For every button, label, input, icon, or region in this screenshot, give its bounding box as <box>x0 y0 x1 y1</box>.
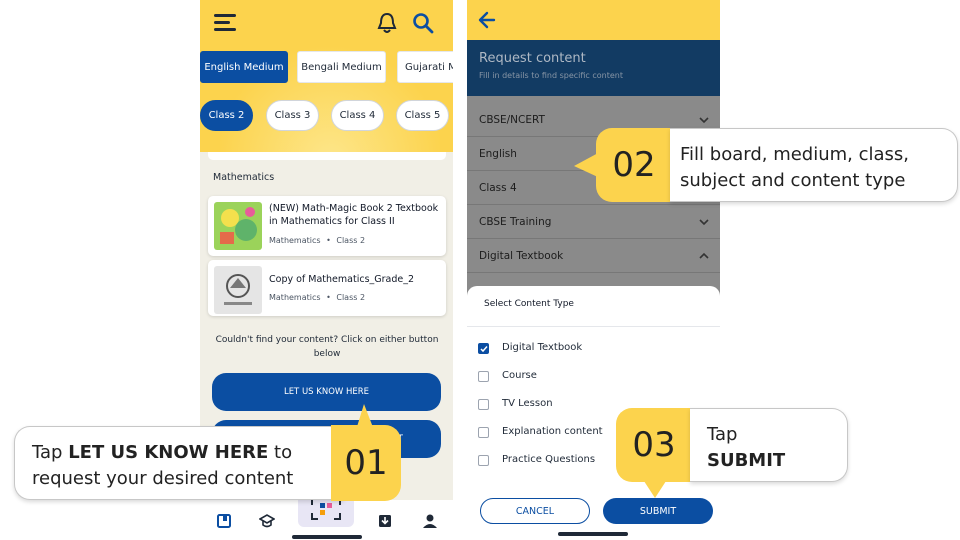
checkbox[interactable] <box>478 455 489 466</box>
checkbox[interactable] <box>478 371 489 382</box>
callout-03-text: Tap SUBMIT <box>707 422 785 474</box>
card-title: Copy of Mathematics_Grade_2 <box>269 274 415 285</box>
callout-02-line2: subject and content type <box>680 170 906 191</box>
library-header: English Medium Bengali Medium Gujarati M… <box>200 0 453 152</box>
sheet-divider <box>467 326 720 327</box>
callout-01-text: Tap LET US KNOW HERE to request your des… <box>32 440 293 492</box>
medium-chip-gujarati[interactable]: Gujarati M <box>397 51 453 83</box>
class-value: Class 4 <box>479 182 517 194</box>
request-title: Request content <box>479 51 586 66</box>
card-meta: Mathematics • Class 2 <box>269 236 365 245</box>
callout-03-number: 03 <box>616 408 692 482</box>
sheet-title: Select Content Type <box>484 299 574 309</box>
callout-03-bubble: Tap SUBMIT <box>690 408 848 482</box>
callout-02-text: Fill board, medium, class, subject and c… <box>680 142 909 194</box>
class-chip-2[interactable]: Class 2 <box>200 100 253 131</box>
checkmark-icon <box>480 346 488 353</box>
content-type-select[interactable]: Digital Textbook <box>467 239 720 273</box>
option-practice-questions[interactable]: Practice Questions <box>478 454 618 470</box>
meta-dot: • <box>326 236 331 245</box>
home-indicator <box>558 532 628 536</box>
callout-01-bold: LET US KNOW HERE <box>68 442 269 463</box>
callout-03-pointer <box>642 478 668 498</box>
meta-dot: • <box>326 293 331 302</box>
scert-logo-image <box>214 266 262 314</box>
back-arrow-icon[interactable] <box>477 10 497 30</box>
option-course[interactable]: Course <box>478 370 618 386</box>
previous-card-edge <box>208 152 446 160</box>
card-subject: Mathematics <box>269 236 321 245</box>
callout-02-number: 02 <box>596 128 672 202</box>
card-subject: Mathematics <box>269 293 321 302</box>
option-label: Digital Textbook <box>502 342 583 353</box>
option-label: Explanation content <box>502 426 603 437</box>
let-us-know-here-button[interactable]: LET US KNOW HERE <box>212 373 441 411</box>
class-chip-4[interactable]: Class 4 <box>331 100 384 131</box>
subject-select[interactable]: CBSE Training <box>467 205 720 239</box>
option-label: Course <box>502 370 537 381</box>
content-card[interactable]: (NEW) Math-Magic Book 2 Textbook in Math… <box>208 196 446 256</box>
section-title: Mathematics <box>213 172 275 183</box>
cancel-button[interactable]: CANCEL <box>480 498 590 524</box>
profile-icon[interactable] <box>422 513 438 529</box>
option-label: Practice Questions <box>502 454 596 465</box>
search-icon[interactable] <box>412 12 434 34</box>
option-explanation-content[interactable]: Explanation content <box>478 426 618 442</box>
callout-03-bold: SUBMIT <box>707 450 786 471</box>
callout-02-line1: Fill board, medium, class, <box>680 144 910 165</box>
option-digital-textbook[interactable]: Digital Textbook <box>478 342 618 358</box>
submit-button[interactable]: SUBMIT <box>603 498 713 524</box>
not-found-message: Couldn't find your content? Click on eit… <box>215 335 439 359</box>
board-value: CBSE/NCERT <box>479 114 545 126</box>
checkbox[interactable] <box>478 399 489 410</box>
medium-chip-english[interactable]: English Medium <box>200 51 288 83</box>
menu-icon[interactable] <box>214 14 236 32</box>
option-tv-lesson[interactable]: TV Lesson <box>478 398 618 414</box>
chevron-down-icon <box>699 117 709 124</box>
medium-value: English <box>479 148 517 160</box>
bell-icon[interactable] <box>377 12 397 34</box>
option-label: TV Lesson <box>502 398 553 409</box>
book-cover-image <box>214 202 262 250</box>
course-icon[interactable] <box>259 513 275 529</box>
checkbox[interactable] <box>478 427 489 438</box>
callout-03-line1: Tap <box>707 424 738 445</box>
callout-01-pre: Tap <box>32 442 69 463</box>
chevron-down-icon <box>699 219 709 226</box>
card-meta: Mathematics • Class 2 <box>269 293 365 302</box>
class-chip-3[interactable]: Class 3 <box>266 100 319 131</box>
callout-01-line2: request your desired content <box>32 468 294 489</box>
request-subtitle: Fill in details to find specific content <box>479 71 623 80</box>
content-type-value: Digital Textbook <box>479 250 564 262</box>
callout-01-post: to <box>268 442 293 463</box>
class-chip-5[interactable]: Class 5 <box>396 100 449 131</box>
checkbox-checked[interactable] <box>478 343 489 354</box>
card-title: (NEW) Math-Magic Book 2 Textbook in Math… <box>269 203 439 227</box>
card-class: Class 2 <box>336 293 366 302</box>
library-icon[interactable] <box>216 513 232 529</box>
callout-01-bubble: Tap LET US KNOW HERE to request your des… <box>14 426 344 500</box>
request-topbar <box>467 0 720 40</box>
callout-02-pointer <box>574 152 600 178</box>
home-indicator <box>292 535 362 539</box>
subject-value: CBSE Training <box>479 216 552 228</box>
card-class: Class 2 <box>336 236 366 245</box>
chevron-up-icon <box>699 252 709 259</box>
medium-chip-bengali[interactable]: Bengali Medium <box>297 51 386 83</box>
request-header: Request content Fill in details to find … <box>467 40 720 96</box>
callout-01-number: 01 <box>331 425 401 501</box>
content-card[interactable]: Copy of Mathematics_Grade_2 Mathematics … <box>208 260 446 316</box>
download-icon[interactable] <box>377 513 393 529</box>
callout-02-bubble: Fill board, medium, class, subject and c… <box>670 128 958 202</box>
